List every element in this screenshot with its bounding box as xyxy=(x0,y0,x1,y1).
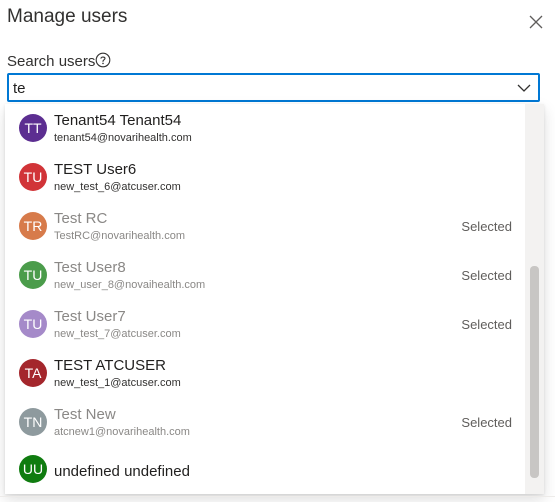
user-email: new_user_8@novaihealth.com xyxy=(54,279,206,291)
user-name: undefined undefined xyxy=(54,463,190,480)
user-email: new_test_7@atcuser.com xyxy=(54,328,181,340)
user-email: new_test_6@atcuser.com xyxy=(54,181,181,193)
user-email: new_test_1@atcuser.com xyxy=(54,377,181,389)
user-name: TEST ATCUSER xyxy=(54,357,166,374)
search-input[interactable] xyxy=(13,78,503,98)
user-name: Test New xyxy=(54,406,116,423)
user-options-list[interactable]: TT Tenant54 Tenant54 tenant54@novarihealth… xyxy=(5,104,544,494)
close-icon xyxy=(529,15,543,29)
user-email: atcnew1@novarihealth.com xyxy=(54,426,190,438)
dialog-title: Manage users xyxy=(7,6,128,27)
user-email: tenant54@novarihealth.com xyxy=(54,132,192,144)
avatar: TA xyxy=(19,359,47,387)
user-option[interactable]: TR Test RC TestRC@novarihealth.com Selected xyxy=(5,206,525,255)
avatar: TR xyxy=(19,212,47,240)
avatar: TU xyxy=(19,310,47,338)
user-name: Test User7 xyxy=(54,308,126,325)
user-option[interactable]: TU Test User7 new_test_7@atcuser.com Select… xyxy=(5,304,525,353)
dropdown-toggle[interactable] xyxy=(516,81,532,95)
selected-status: Selected xyxy=(461,415,512,430)
avatar: TU xyxy=(19,163,47,191)
avatar: TU xyxy=(19,261,47,289)
selected-status: Selected xyxy=(461,268,512,283)
user-option[interactable]: TA TEST ATCUSER new_test_1@atcuser.com xyxy=(5,353,525,402)
user-option[interactable]: TN Test New atcnew1@novarihealth.com Select… xyxy=(5,402,525,451)
chevron-down-icon xyxy=(517,84,531,92)
user-option[interactable]: UU undefined undefined xyxy=(5,449,525,494)
user-name: Test RC xyxy=(54,210,108,227)
question-circle-icon xyxy=(95,52,111,68)
scrollbar-thumb[interactable] xyxy=(530,266,539,478)
search-combobox[interactable] xyxy=(7,73,540,102)
help-button[interactable] xyxy=(95,52,111,68)
user-option[interactable]: TU Test User8 new_user_8@novaihealth.com Se… xyxy=(5,255,525,304)
avatar: UU xyxy=(19,455,47,483)
avatar: TN xyxy=(19,408,47,436)
selected-status: Selected xyxy=(461,317,512,332)
user-email: TestRC@novarihealth.com xyxy=(54,230,185,242)
search-label: Search users xyxy=(7,53,96,70)
user-name: Test User8 xyxy=(54,259,126,276)
scrollbar[interactable] xyxy=(525,104,544,494)
selected-status: Selected xyxy=(461,219,512,234)
user-option[interactable]: TT Tenant54 Tenant54 tenant54@novarihealth… xyxy=(5,108,525,157)
divider xyxy=(0,496,555,497)
user-name: Tenant54 Tenant54 xyxy=(54,112,182,129)
close-button[interactable] xyxy=(526,12,546,32)
avatar: TT xyxy=(19,114,47,142)
user-option[interactable]: TU TEST User6 new_test_6@atcuser.com xyxy=(5,157,525,206)
user-name: TEST User6 xyxy=(54,161,137,178)
